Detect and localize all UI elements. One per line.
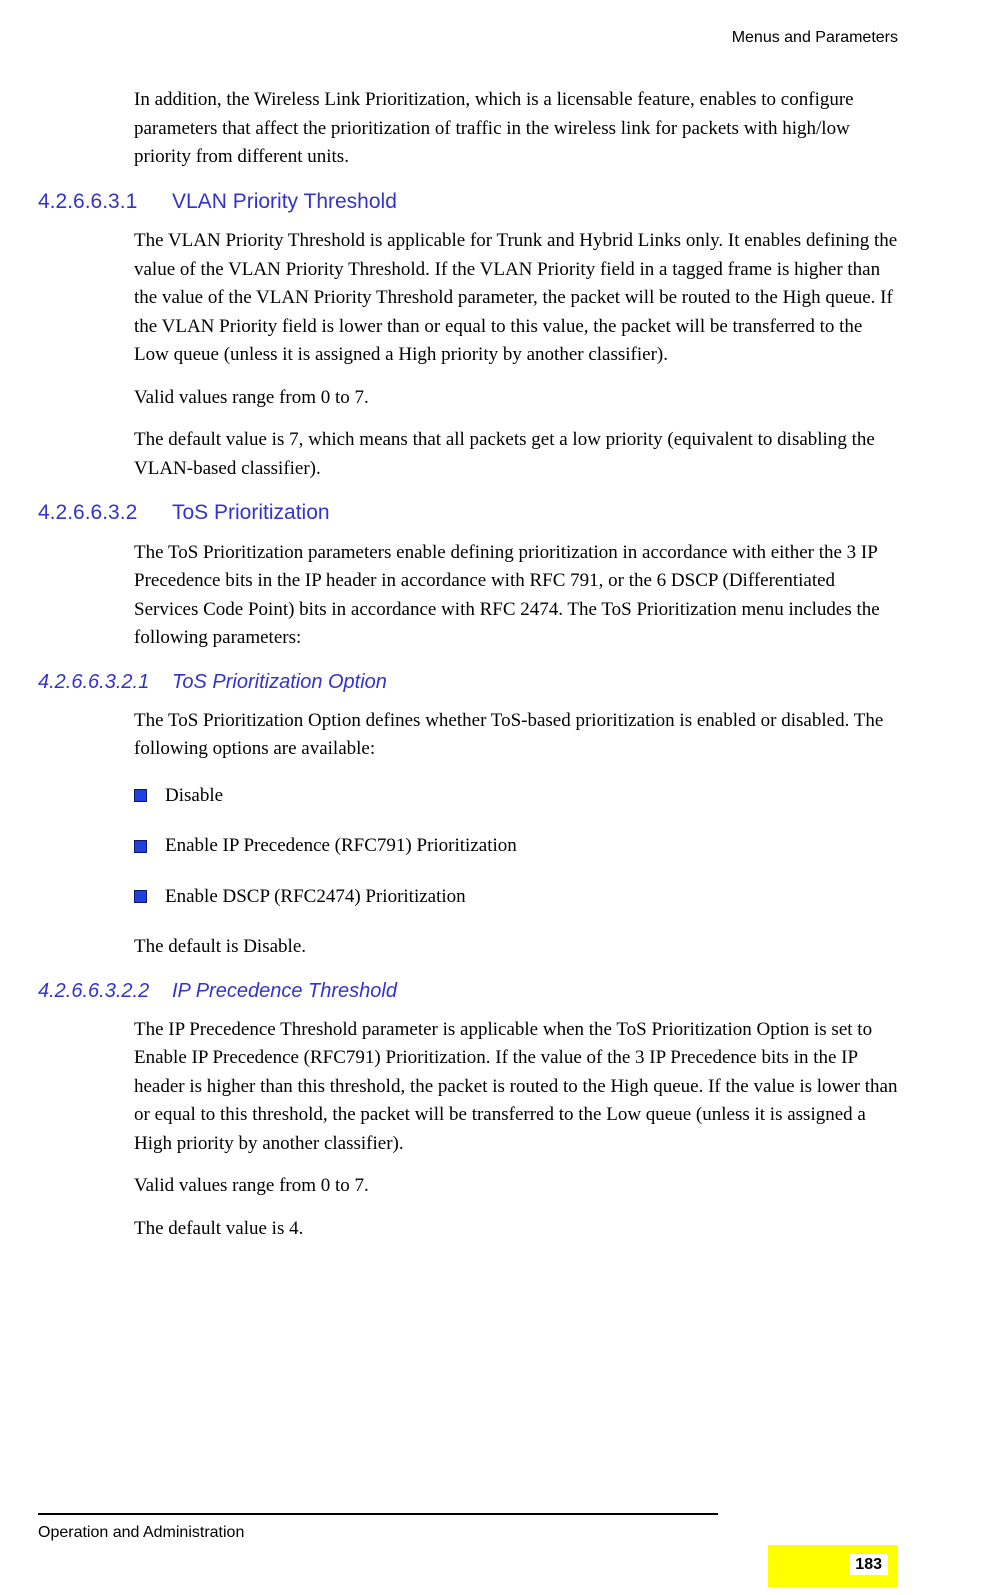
square-bullet-icon: [134, 789, 147, 802]
body-text: The ToS Prioritization Option defines wh…: [134, 707, 898, 764]
section-title: ToS Prioritization: [172, 497, 330, 529]
list-item-label: Disable: [165, 782, 223, 811]
list-item: Enable IP Precedence (RFC791) Prioritiza…: [134, 832, 898, 861]
body-text: The VLAN Priority Threshold is applicabl…: [134, 227, 898, 370]
square-bullet-icon: [134, 840, 147, 853]
body-text: The default value is 7, which means that…: [134, 426, 898, 483]
subsection-number: 4.2.6.6.3.2.2: [38, 976, 172, 1006]
heading-tos-prioritization: 4.2.6.6.3.2 ToS Prioritization: [38, 497, 898, 529]
body-text: The default value is 4.: [134, 1215, 898, 1244]
square-bullet-icon: [134, 890, 147, 903]
body-text: The default is Disable.: [134, 933, 898, 962]
body-text: The ToS Prioritization parameters enable…: [134, 539, 898, 653]
list-item: Enable DSCP (RFC2474) Prioritization: [134, 883, 898, 912]
footer-rule: [38, 1513, 718, 1515]
page-number: 183: [849, 1554, 888, 1575]
list-item-label: Enable IP Precedence (RFC791) Prioritiza…: [165, 832, 517, 861]
intro-paragraph: In addition, the Wireless Link Prioritiz…: [134, 86, 898, 172]
heading-vlan-priority-threshold: 4.2.6.6.3.1 VLAN Priority Threshold: [38, 186, 898, 218]
footer-text: Operation and Administration: [38, 1521, 898, 1545]
page-number-highlight: 183: [768, 1545, 898, 1587]
section-number: 4.2.6.6.3.1: [38, 186, 172, 218]
section-title: VLAN Priority Threshold: [172, 186, 397, 218]
page-header: Menus and Parameters: [38, 26, 898, 50]
subsection-title: IP Precedence Threshold: [172, 976, 397, 1006]
section-number: 4.2.6.6.3.2: [38, 497, 172, 529]
body-text: The IP Precedence Threshold parameter is…: [134, 1016, 898, 1159]
options-list: Disable Enable IP Precedence (RFC791) Pr…: [134, 782, 898, 912]
subsection-number: 4.2.6.6.3.2.1: [38, 667, 172, 697]
body-text: Valid values range from 0 to 7.: [134, 1172, 898, 1201]
list-item-label: Enable DSCP (RFC2474) Prioritization: [165, 883, 466, 912]
body-text: Valid values range from 0 to 7.: [134, 384, 898, 413]
running-header: Menus and Parameters: [732, 29, 898, 46]
page-footer: Operation and Administration 183: [38, 1513, 898, 1545]
subsection-title: ToS Prioritization Option: [172, 667, 387, 697]
subheading-ip-precedence-threshold: 4.2.6.6.3.2.2 IP Precedence Threshold: [38, 976, 898, 1006]
subheading-tos-prioritization-option: 4.2.6.6.3.2.1 ToS Prioritization Option: [38, 667, 898, 697]
list-item: Disable: [134, 782, 898, 811]
